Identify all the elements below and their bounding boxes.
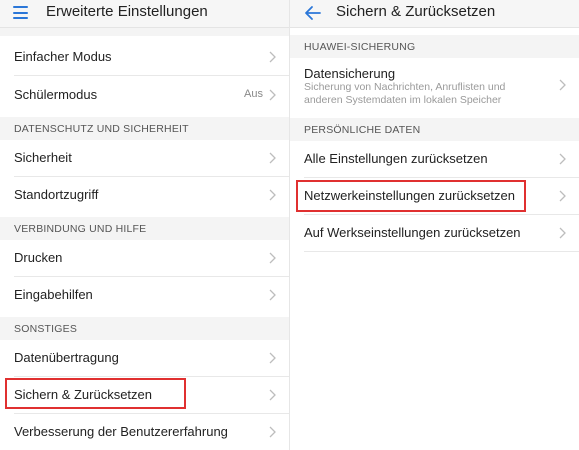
page-title: Erweiterte Einstellungen — [46, 3, 208, 20]
row-netzwerkeinstellungen[interactable]: Netzwerkeinstellungen zurücksetzen — [290, 178, 579, 215]
chevron-right-icon — [559, 153, 566, 165]
row-schuelermodus[interactable]: Schülermodus Aus — [0, 76, 289, 113]
chevron-right-icon — [269, 152, 276, 164]
row-standortzugriff[interactable]: Standortzugriff — [0, 177, 289, 214]
row-label: Einfacher Modus — [14, 49, 112, 64]
menu-icon[interactable] — [13, 6, 28, 19]
app-bar: Erweiterte Einstellungen — [0, 0, 289, 28]
section-header: SONSTIGES — [0, 317, 289, 340]
screenshot-root: Erweiterte Einstellungen Einfacher Modus… — [0, 0, 579, 450]
section-header-label: HUAWEI-SICHERUNG — [304, 41, 416, 53]
row-label: Datenübertragung — [14, 350, 119, 365]
row-label: Sichern & Zurücksetzen — [14, 387, 153, 402]
advanced-settings-panel: Erweiterte Einstellungen Einfacher Modus… — [0, 0, 289, 450]
row-benutzererfahrung[interactable]: Verbesserung der Benutzererfahrung — [0, 414, 289, 450]
row-eingabehilfen[interactable]: Eingabehilfen — [0, 277, 289, 314]
row-label: Schülermodus — [14, 87, 98, 102]
row-datensicherung[interactable]: Datensicherung Sicherung von Nachrichten… — [290, 58, 579, 111]
chevron-right-icon — [269, 389, 276, 401]
row-label: Drucken — [14, 250, 63, 265]
row-sicherheit[interactable]: Sicherheit — [0, 140, 289, 177]
section-header: HUAWEI-SICHERUNG — [290, 35, 579, 58]
chevron-right-icon — [559, 190, 566, 202]
row-label: Datensicherung — [304, 66, 396, 81]
section-header-label: DATENSCHUTZ UND SICHERHEIT — [14, 123, 189, 135]
row-label: Alle Einstellungen zurücksetzen — [304, 151, 488, 166]
chevron-right-icon — [269, 51, 276, 63]
section-header: DATENSCHUTZ UND SICHERHEIT — [0, 117, 289, 140]
row-drucken[interactable]: Drucken — [0, 240, 289, 277]
row-sichern-zuruecksetzen[interactable]: Sichern & Zurücksetzen — [0, 377, 289, 414]
row-label: Sicherheit — [14, 150, 72, 165]
section-header-label: SONSTIGES — [14, 323, 78, 335]
page-title: Sichern & Zurücksetzen — [336, 3, 496, 20]
row-label: Standortzugriff — [14, 187, 99, 202]
backup-reset-panel: Sichern & Zurücksetzen HUAWEI-SICHERUNG … — [289, 0, 579, 450]
row-description: Sicherung von Nachrichten, Anruflisten u… — [304, 81, 506, 106]
row-einfacher-modus[interactable]: Einfacher Modus — [0, 38, 289, 75]
arrow-left-icon[interactable] — [304, 5, 322, 21]
chevron-right-icon — [269, 352, 276, 364]
row-label: Verbesserung der Benutzererfahrung — [14, 424, 228, 439]
row-label: Eingabehilfen — [14, 287, 93, 302]
section-header-label: VERBINDUNG UND HILFE — [14, 223, 147, 235]
app-bar: Sichern & Zurücksetzen — [290, 0, 579, 28]
chevron-right-icon — [269, 189, 276, 201]
chevron-right-icon — [269, 426, 276, 438]
chevron-right-icon — [559, 227, 566, 239]
row-label: Netzwerkeinstellungen zurücksetzen — [304, 188, 515, 203]
divider — [304, 251, 579, 252]
row-alle-einstellungen[interactable]: Alle Einstellungen zurücksetzen — [290, 141, 579, 178]
section-header-label: PERSÖNLICHE DATEN — [304, 124, 421, 136]
chevron-right-icon — [269, 89, 276, 101]
chevron-right-icon — [269, 289, 276, 301]
chevron-right-icon — [559, 79, 566, 91]
section-header: PERSÖNLICHE DATEN — [290, 118, 579, 141]
row-werkseinstellungen[interactable]: Auf Werkseinstellungen zurücksetzen — [290, 215, 579, 252]
section-header: VERBINDUNG UND HILFE — [0, 217, 289, 240]
chevron-right-icon — [269, 252, 276, 264]
row-value: Aus — [244, 88, 263, 100]
top-gap — [0, 28, 289, 36]
row-label: Auf Werkseinstellungen zurücksetzen — [304, 225, 521, 240]
row-datenuebertragung[interactable]: Datenübertragung — [0, 340, 289, 377]
